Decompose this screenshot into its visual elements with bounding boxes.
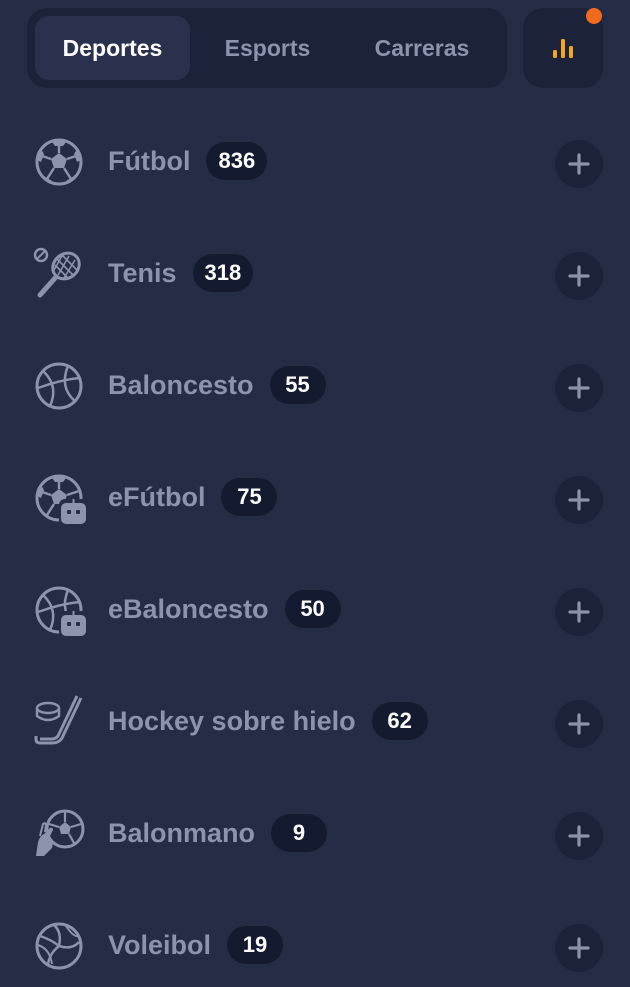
sport-row-tenis[interactable]: Tenis 318 <box>0 216 630 328</box>
ebasketball-icon <box>32 582 88 638</box>
notification-dot <box>586 8 602 24</box>
soccer-ball-icon <box>32 134 88 190</box>
sport-row-baloncesto[interactable]: Baloncesto 55 <box>0 328 630 440</box>
sport-name: Hockey sobre hielo <box>108 705 356 736</box>
handball-icon <box>32 806 88 862</box>
event-count-badge: 9 <box>271 814 328 852</box>
sport-label-group: eBaloncesto 50 <box>108 588 341 630</box>
plus-icon <box>568 713 590 735</box>
sport-name: Fútbol <box>108 145 191 176</box>
sport-label-group: Baloncesto 55 <box>108 364 326 406</box>
add-hockey-button[interactable] <box>555 700 603 748</box>
sport-name: Baloncesto <box>108 369 254 400</box>
tab-esports[interactable]: Esports <box>190 16 345 80</box>
plus-icon <box>568 937 590 959</box>
sport-label-group: Hockey sobre hielo 62 <box>108 700 428 742</box>
event-count-badge: 75 <box>221 478 278 516</box>
event-count-badge: 50 <box>284 590 341 628</box>
tab-carreras[interactable]: Carreras <box>345 16 499 80</box>
basketball-icon <box>32 358 88 414</box>
sport-row-hockey-sobre-hielo[interactable]: Hockey sobre hielo 62 <box>0 664 630 776</box>
event-count-badge: 19 <box>227 926 284 964</box>
sport-row-efutbol[interactable]: eFútbol 75 <box>0 440 630 552</box>
add-voleibol-button[interactable] <box>555 924 603 972</box>
event-count-badge: 62 <box>371 702 428 740</box>
statistics-button[interactable] <box>523 8 603 88</box>
sports-menu-page: Deportes Esports Carreras Fútbol 836 Ten… <box>0 0 630 987</box>
sport-name: Balonmano <box>108 817 256 848</box>
sport-name: Tenis <box>108 257 177 288</box>
plus-icon <box>568 153 590 175</box>
volleyball-icon <box>32 918 88 974</box>
plus-icon <box>568 601 590 623</box>
esoccer-icon <box>32 470 88 526</box>
event-count-badge: 836 <box>206 142 268 180</box>
event-count-badge: 318 <box>192 254 254 292</box>
event-count-badge: 55 <box>269 366 326 404</box>
sport-row-voleibol[interactable]: Voleibol 19 <box>0 888 630 987</box>
sports-tab-bar: Deportes Esports Carreras <box>27 8 507 88</box>
sport-name: eFútbol <box>108 481 206 512</box>
sport-label-group: Voleibol 19 <box>108 924 284 966</box>
sport-label-group: Balonmano 9 <box>108 812 328 854</box>
sport-label-group: eFútbol 75 <box>108 476 278 518</box>
ice-hockey-icon <box>32 694 88 750</box>
plus-icon <box>568 377 590 399</box>
add-futbol-button[interactable] <box>555 140 603 188</box>
add-efutbol-button[interactable] <box>555 476 603 524</box>
tab-deportes[interactable]: Deportes <box>35 16 190 80</box>
sport-row-ebaloncesto[interactable]: eBaloncesto 50 <box>0 552 630 664</box>
add-tenis-button[interactable] <box>555 252 603 300</box>
sport-row-balonmano[interactable]: Balonmano 9 <box>0 776 630 888</box>
plus-icon <box>568 489 590 511</box>
sport-name: eBaloncesto <box>108 593 269 624</box>
sport-row-futbol[interactable]: Fútbol 836 <box>0 104 630 216</box>
sport-label-group: Tenis 318 <box>108 252 254 294</box>
add-baloncesto-button[interactable] <box>555 364 603 412</box>
tennis-racket-icon <box>32 246 88 302</box>
sport-label-group: Fútbol 836 <box>108 140 268 182</box>
add-balonmano-button[interactable] <box>555 812 603 860</box>
plus-icon <box>568 825 590 847</box>
add-ebaloncesto-button[interactable] <box>555 588 603 636</box>
sport-name: Voleibol <box>108 929 212 960</box>
plus-icon <box>568 265 590 287</box>
